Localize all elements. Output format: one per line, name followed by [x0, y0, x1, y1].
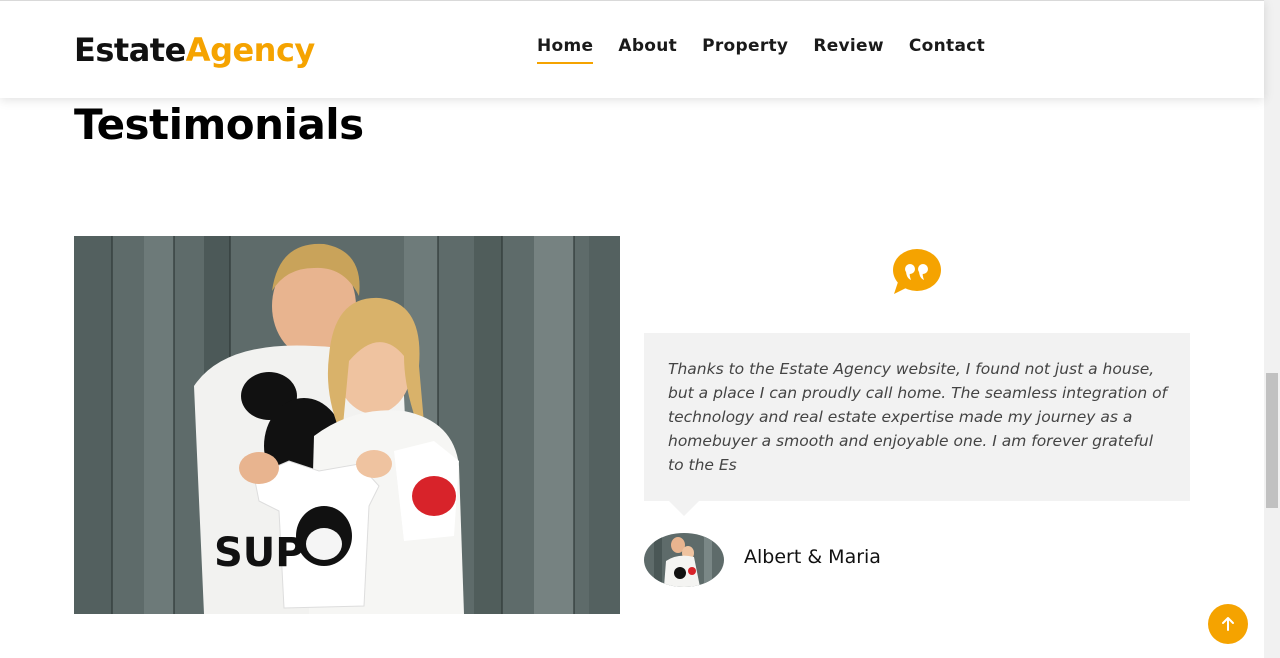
scrollbar-track[interactable] — [1264, 0, 1280, 658]
arrow-up-icon — [1222, 617, 1234, 631]
nav-property[interactable]: Property — [702, 36, 788, 62]
scrollbar-thumb[interactable] — [1266, 373, 1278, 508]
site-header: EstateAgency Home About Property Review … — [0, 0, 1264, 98]
testimonial-quote-box: Thanks to the Estate Agency website, I f… — [644, 333, 1190, 501]
quote-bubble-icon — [893, 249, 941, 294]
testimonial-quote: Thanks to the Estate Agency website, I f… — [668, 360, 1168, 474]
nav-about[interactable]: About — [618, 36, 677, 62]
nav-home[interactable]: Home — [537, 36, 594, 64]
nav-contact[interactable]: Contact — [909, 36, 985, 62]
svg-text:SUP: SUP — [214, 530, 305, 576]
nav-review[interactable]: Review — [813, 36, 884, 62]
section-title: Testimonials — [74, 100, 364, 149]
brand-name-part1: Estate — [74, 31, 186, 69]
brand-logo[interactable]: EstateAgency — [74, 31, 315, 69]
avatar — [644, 533, 724, 587]
back-to-top-button[interactable] — [1208, 604, 1248, 644]
quote-tail — [668, 500, 700, 516]
testimonial-photo: SUP — [74, 236, 620, 614]
brand-name-part2: Agency — [185, 31, 315, 69]
main-nav: Home About Property Review Contact — [537, 36, 985, 64]
testimonial-author: Albert & Maria — [744, 546, 881, 568]
